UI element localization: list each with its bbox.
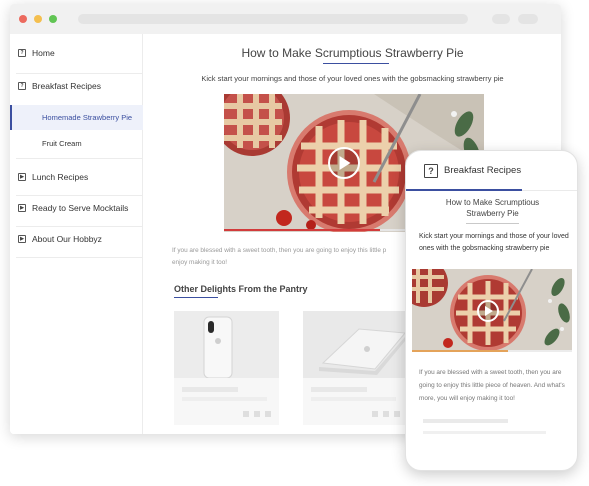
mobile-video-progress-fill [412,350,508,352]
address-bar[interactable] [78,14,468,24]
section-title-underline [174,297,218,298]
sidebar-item-label: Lunch Recipes [32,172,89,182]
product-card[interactable] [174,311,279,425]
toolbar-button[interactable] [518,14,538,24]
video-icon: ▶ [18,235,26,243]
mobile-header-accent [406,189,522,191]
page-subtitle: Kick start your mornings and those of yo… [201,74,504,83]
phone-product-image [174,311,279,378]
play-icon[interactable] [328,147,360,179]
sidebar-item-mocktails[interactable]: ▶ Ready to Serve Mocktails [10,198,143,218]
sidebar-subitem-label: Homemade Strawberry Pie [42,113,133,122]
mobile-title-underline [466,223,519,224]
product-card[interactable] [303,311,408,425]
mobile-video-player[interactable] [412,269,572,352]
placeholder-icon [372,411,378,417]
minimize-window-button[interactable] [34,15,42,23]
sidebar-item-breakfast-recipes[interactable]: ? Breakfast Recipes [10,76,143,96]
placeholder-line [311,387,367,392]
page-body-text: If you are blessed with a sweet tooth, t… [172,245,412,269]
placeholder-line [182,397,267,401]
divider [16,73,142,74]
title-underline [323,63,389,64]
sidebar-item-label: About Our Hobbyz [32,234,102,244]
mobile-page-title: How to Make Scrumptious Strawberry Pie [416,197,569,219]
divider [16,158,142,159]
maximize-window-button[interactable] [49,15,57,23]
sidebar-item-home[interactable]: ? Home [10,43,143,63]
divider [16,257,142,258]
play-icon[interactable] [477,300,499,322]
video-icon: ▶ [18,204,26,212]
divider [16,226,142,227]
sidebar-subitem-homemade-strawberry-pie[interactable]: Homemade Strawberry Pie [10,105,143,130]
sidebar-item-lunch-recipes[interactable]: ▶ Lunch Recipes [10,167,143,187]
mobile-video-progress-bar[interactable] [412,350,572,352]
mobile-phone-frame: ? Breakfast Recipes How to Make Scrumpti… [405,150,578,471]
placeholder-icon [265,411,271,417]
divider [16,195,142,196]
body-line: If you are blessed with a sweet tooth, t… [172,247,387,254]
section-title: Other Delights From the Pantry [174,284,308,294]
placeholder-line [423,419,508,423]
question-icon: ? [424,164,438,178]
mobile-title-line: How to Make Scrumptious [445,198,540,207]
browser-titlebar [10,4,561,34]
toolbar-button[interactable] [492,14,510,24]
sidebar-item-label: Breakfast Recipes [32,81,101,91]
placeholder-line [182,387,238,392]
placeholder-icon [254,411,260,417]
sidebar-item-label: Home [32,48,55,58]
sidebar-subitem-fruit-cream[interactable]: Fruit Cream [10,133,143,153]
video-icon: ▶ [18,173,26,181]
body-line: enjoy making it too! [172,259,228,266]
page-title: How to Make Scrumptious Strawberry Pie [241,46,464,60]
mobile-header: ? Breakfast Recipes [406,151,577,191]
laptop-product-image [303,311,408,378]
placeholder-icon [243,411,249,417]
video-progress-fill [224,229,380,231]
sidebar-item-about-our-hobbyz[interactable]: ▶ About Our Hobbyz [10,229,143,249]
close-window-button[interactable] [19,15,27,23]
mobile-body-text: If you are blessed with a sweet tooth, t… [419,369,565,402]
placeholder-line [423,431,546,434]
sidebar-subitem-label: Fruit Cream [42,138,82,148]
sidebar-item-label: Ready to Serve Mocktails [32,203,129,213]
placeholder-icon [383,411,389,417]
mobile-page-subtitle: Kick start your mornings and those of yo… [419,233,569,252]
question-icon: ? [18,49,26,57]
placeholder-line [311,397,396,401]
mobile-header-title: Breakfast Recipes [444,165,522,176]
placeholder-icon [394,411,400,417]
sidebar-nav: ? Home ? Breakfast Recipes Homemade Stra… [10,34,143,434]
mobile-title-line: Strawberry Pie [466,209,519,218]
question-icon: ? [18,82,26,90]
